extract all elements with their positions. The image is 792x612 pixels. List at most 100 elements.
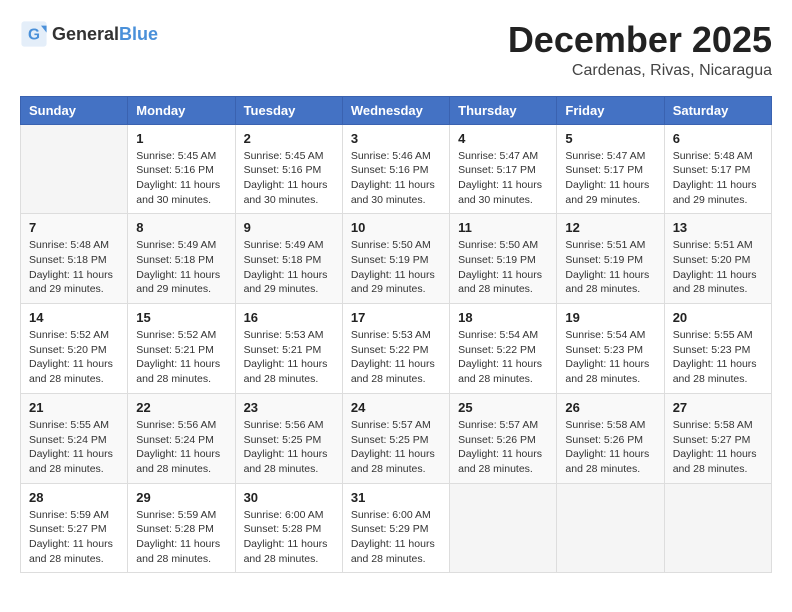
table-row: 18 Sunrise: 5:54 AMSunset: 5:22 PMDayligh… (450, 304, 557, 394)
table-row (557, 483, 664, 573)
table-row: 21 Sunrise: 5:55 AMSunset: 5:24 PMDayligh… (21, 393, 128, 483)
day-info: Sunrise: 5:47 AMSunset: 5:17 PMDaylight:… (565, 149, 655, 208)
day-number: 22 (136, 400, 226, 415)
day-info: Sunrise: 5:51 AMSunset: 5:19 PMDaylight:… (565, 238, 655, 297)
col-monday: Monday (128, 96, 235, 124)
day-number: 4 (458, 131, 548, 146)
day-number: 11 (458, 220, 548, 235)
col-wednesday: Wednesday (342, 96, 449, 124)
day-info: Sunrise: 5:52 AMSunset: 5:21 PMDaylight:… (136, 328, 226, 387)
table-row (664, 483, 771, 573)
calendar-week-row: 28 Sunrise: 5:59 AMSunset: 5:27 PMDayligh… (21, 483, 772, 573)
table-row: 2Sunrise: 5:45 AMSunset: 5:16 PMDaylight… (235, 124, 342, 214)
day-number: 5 (565, 131, 655, 146)
day-number: 28 (29, 490, 119, 505)
table-row: 9Sunrise: 5:49 AMSunset: 5:18 PMDaylight… (235, 214, 342, 304)
day-number: 16 (244, 310, 334, 325)
table-row: 29 Sunrise: 5:59 AMSunset: 5:28 PMDayligh… (128, 483, 235, 573)
table-row: 23Sunrise: 5:56 AMSunset: 5:25 PMDayligh… (235, 393, 342, 483)
day-info: Sunrise: 5:48 AMSunset: 5:18 PMDaylight:… (29, 238, 119, 297)
calendar-week-row: 21 Sunrise: 5:55 AMSunset: 5:24 PMDayligh… (21, 393, 772, 483)
table-row: 17Sunrise: 5:53 AMSunset: 5:22 PMDayligh… (342, 304, 449, 394)
day-info: Sunrise: 5:50 AMSunset: 5:19 PMDaylight:… (351, 238, 441, 297)
table-row: 28 Sunrise: 5:59 AMSunset: 5:27 PMDayligh… (21, 483, 128, 573)
table-row: 25 Sunrise: 5:57 AMSunset: 5:26 PMDayligh… (450, 393, 557, 483)
day-number: 12 (565, 220, 655, 235)
month-title: December 2025 (508, 20, 772, 60)
day-info: Sunrise: 5:48 AMSunset: 5:17 PMDaylight:… (673, 149, 763, 208)
logo-icon: G (20, 20, 48, 48)
day-info: Sunrise: 5:51 AMSunset: 5:20 PMDaylight:… (673, 238, 763, 297)
location-title: Cardenas, Rivas, Nicaragua (508, 62, 772, 80)
day-number: 23 (244, 400, 334, 415)
table-row (21, 124, 128, 214)
col-thursday: Thursday (450, 96, 557, 124)
title-area: December 2025 Cardenas, Rivas, Nicaragua (508, 20, 772, 80)
svg-text:G: G (28, 27, 40, 44)
table-row: 31 Sunrise: 6:00 AMSunset: 5:29 PMDayligh… (342, 483, 449, 573)
col-saturday: Saturday (664, 96, 771, 124)
table-row: 10 Sunrise: 5:50 AMSunset: 5:19 PMDayligh… (342, 214, 449, 304)
table-row: 20Sunrise: 5:55 AMSunset: 5:23 PMDayligh… (664, 304, 771, 394)
day-info: Sunrise: 5:45 AMSunset: 5:16 PMDaylight:… (136, 149, 226, 208)
day-number: 6 (673, 131, 763, 146)
table-row: 1 Sunrise: 5:45 AMSunset: 5:16 PMDaylight… (128, 124, 235, 214)
calendar-header-row: Sunday Monday Tuesday Wednesday Thursday… (21, 96, 772, 124)
table-row: 22Sunrise: 5:56 AMSunset: 5:24 PMDayligh… (128, 393, 235, 483)
day-info: Sunrise: 5:54 AMSunset: 5:23 PMDaylight:… (565, 328, 655, 387)
day-number: 31 (351, 490, 441, 505)
table-row: 11 Sunrise: 5:50 AMSunset: 5:19 PMDayligh… (450, 214, 557, 304)
day-number: 3 (351, 131, 441, 146)
day-info: Sunrise: 5:52 AMSunset: 5:20 PMDaylight:… (29, 328, 119, 387)
table-row: 7Sunrise: 5:48 AMSunset: 5:18 PMDaylight… (21, 214, 128, 304)
logo-text-blue: Blue (119, 24, 158, 45)
day-info: Sunrise: 5:47 AMSunset: 5:17 PMDaylight:… (458, 149, 548, 208)
day-number: 18 (458, 310, 548, 325)
day-info: Sunrise: 5:59 AMSunset: 5:27 PMDaylight:… (29, 508, 119, 567)
day-number: 27 (673, 400, 763, 415)
day-info: Sunrise: 5:57 AMSunset: 5:26 PMDaylight:… (458, 418, 548, 477)
table-row: 4 Sunrise: 5:47 AMSunset: 5:17 PMDaylight… (450, 124, 557, 214)
table-row: 3 Sunrise: 5:46 AMSunset: 5:16 PMDaylight… (342, 124, 449, 214)
day-number: 15 (136, 310, 226, 325)
table-row: 27 Sunrise: 5:58 AMSunset: 5:27 PMDayligh… (664, 393, 771, 483)
day-info: Sunrise: 5:53 AMSunset: 5:21 PMDaylight:… (244, 328, 334, 387)
day-info: Sunrise: 6:00 AMSunset: 5:28 PMDaylight:… (244, 508, 334, 567)
table-row: 24 Sunrise: 5:57 AMSunset: 5:25 PMDayligh… (342, 393, 449, 483)
day-info: Sunrise: 5:49 AMSunset: 5:18 PMDaylight:… (136, 238, 226, 297)
day-number: 24 (351, 400, 441, 415)
day-number: 8 (136, 220, 226, 235)
col-sunday: Sunday (21, 96, 128, 124)
table-row: 16 Sunrise: 5:53 AMSunset: 5:21 PMDayligh… (235, 304, 342, 394)
day-info: Sunrise: 5:55 AMSunset: 5:23 PMDaylight:… (673, 328, 763, 387)
table-row: 8 Sunrise: 5:49 AMSunset: 5:18 PMDaylight… (128, 214, 235, 304)
day-info: Sunrise: 5:57 AMSunset: 5:25 PMDaylight:… (351, 418, 441, 477)
day-number: 1 (136, 131, 226, 146)
day-info: Sunrise: 5:59 AMSunset: 5:28 PMDaylight:… (136, 508, 226, 567)
day-number: 29 (136, 490, 226, 505)
day-info: Sunrise: 6:00 AMSunset: 5:29 PMDaylight:… (351, 508, 441, 567)
table-row: 26Sunrise: 5:58 AMSunset: 5:26 PMDayligh… (557, 393, 664, 483)
day-number: 25 (458, 400, 548, 415)
calendar-week-row: 1 Sunrise: 5:45 AMSunset: 5:16 PMDaylight… (21, 124, 772, 214)
col-tuesday: Tuesday (235, 96, 342, 124)
day-info: Sunrise: 5:54 AMSunset: 5:22 PMDaylight:… (458, 328, 548, 387)
table-row (450, 483, 557, 573)
table-row: 30Sunrise: 6:00 AMSunset: 5:28 PMDayligh… (235, 483, 342, 573)
day-info: Sunrise: 5:58 AMSunset: 5:27 PMDaylight:… (673, 418, 763, 477)
day-number: 14 (29, 310, 119, 325)
day-number: 10 (351, 220, 441, 235)
day-info: Sunrise: 5:49 AMSunset: 5:18 PMDaylight:… (244, 238, 334, 297)
day-number: 21 (29, 400, 119, 415)
day-number: 26 (565, 400, 655, 415)
day-info: Sunrise: 5:55 AMSunset: 5:24 PMDaylight:… (29, 418, 119, 477)
day-info: Sunrise: 5:46 AMSunset: 5:16 PMDaylight:… (351, 149, 441, 208)
calendar-week-row: 7Sunrise: 5:48 AMSunset: 5:18 PMDaylight… (21, 214, 772, 304)
day-number: 19 (565, 310, 655, 325)
table-row: 19 Sunrise: 5:54 AMSunset: 5:23 PMDayligh… (557, 304, 664, 394)
table-row: 14 Sunrise: 5:52 AMSunset: 5:20 PMDayligh… (21, 304, 128, 394)
table-row: 15 Sunrise: 5:52 AMSunset: 5:21 PMDayligh… (128, 304, 235, 394)
table-row: 13Sunrise: 5:51 AMSunset: 5:20 PMDayligh… (664, 214, 771, 304)
table-row: 12 Sunrise: 5:51 AMSunset: 5:19 PMDayligh… (557, 214, 664, 304)
day-info: Sunrise: 5:50 AMSunset: 5:19 PMDaylight:… (458, 238, 548, 297)
